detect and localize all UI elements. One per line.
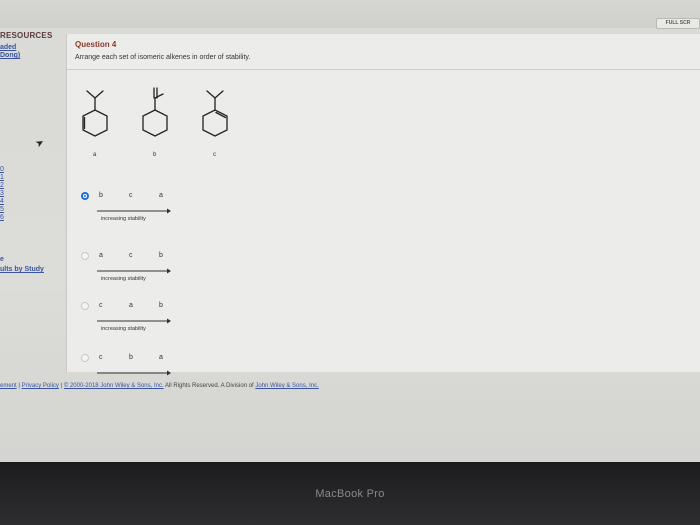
molecule-b-label: b xyxy=(153,152,157,158)
question-panel: Question 4 Arrange each set of isomeric … xyxy=(66,34,700,376)
option-letter: a xyxy=(129,302,133,309)
answer-option[interactable]: c a b increasing stability xyxy=(81,298,181,348)
option-letter: b xyxy=(99,192,103,199)
molecule-a-label: a xyxy=(93,152,97,158)
right-arrow-icon xyxy=(97,370,171,376)
copyright-link[interactable]: © 2000-2018 John Wiley & Sons, Inc. xyxy=(64,383,164,389)
radio-button-selected[interactable] xyxy=(81,192,89,200)
alkene-structures-figure xyxy=(82,87,228,137)
results-by-study-link[interactable]: ults by Study xyxy=(0,266,44,273)
question-number-link[interactable]: 2 xyxy=(0,182,4,190)
footer-separator: | xyxy=(60,383,63,389)
molecule-structures: a b c xyxy=(75,86,245,166)
resources-title: RESOURCES xyxy=(0,31,53,40)
study-marker: e xyxy=(0,256,4,263)
question-prompt: Arrange each set of isomeric alkenes in … xyxy=(75,54,251,61)
option-letter: c xyxy=(99,302,103,309)
question-number-link[interactable]: 4 xyxy=(0,198,4,206)
molecule-a-structure xyxy=(82,90,108,137)
device-brand-label: MacBook Pro xyxy=(315,488,385,500)
option-letter: c xyxy=(129,252,133,259)
molecule-c-structure xyxy=(202,90,228,137)
radio-button[interactable] xyxy=(81,252,89,260)
resource-link[interactable]: aded xyxy=(0,44,16,51)
option-letter: a xyxy=(99,252,103,259)
privacy-policy-link[interactable]: Privacy Policy xyxy=(22,383,59,389)
question-number-link[interactable]: 0 xyxy=(0,166,4,174)
right-arrow-icon xyxy=(97,318,171,324)
option-letter: a xyxy=(159,354,163,361)
page-footer: ement | Privacy Policy | © 2000-2018 Joh… xyxy=(0,383,319,389)
option-letter: c xyxy=(99,354,103,361)
question-number-link[interactable]: 5 xyxy=(0,206,4,214)
option-caption: increasing stability xyxy=(101,276,146,282)
fullscreen-button[interactable]: FULL SCR xyxy=(656,18,700,29)
right-arrow-icon xyxy=(97,208,171,214)
question-number-list: 0 1 2 3 4 5 6 xyxy=(0,166,4,222)
question-number-link[interactable]: 3 xyxy=(0,190,4,198)
resource-link[interactable]: Dong) xyxy=(0,52,20,59)
footer-separator: | xyxy=(18,383,20,389)
top-bar: FULL SCR xyxy=(0,0,700,29)
question-number-link[interactable]: 6 xyxy=(0,214,4,222)
molecule-b-structure xyxy=(142,87,168,137)
option-letter: b xyxy=(159,252,163,259)
answer-option[interactable]: a c b increasing stability xyxy=(81,248,181,298)
question-header: Question 4 Arrange each set of isomeric … xyxy=(67,34,700,70)
option-caption: increasing stability xyxy=(101,326,146,332)
question-title: Question 4 xyxy=(75,40,117,49)
radio-button[interactable] xyxy=(81,302,89,310)
radio-button[interactable] xyxy=(81,354,89,362)
rights-text: All Rights Reserved. A Division of xyxy=(163,383,256,389)
option-letter: b xyxy=(159,302,163,309)
question-number-link[interactable]: 1 xyxy=(0,174,4,182)
laptop-bezel: MacBook Pro xyxy=(0,462,700,525)
company-link[interactable]: John Wiley & Sons, Inc. xyxy=(255,383,318,389)
mouse-cursor-icon: ➤ xyxy=(33,136,47,151)
resources-sidebar: RESOURCES aded Dong) ➤ 0 1 2 3 4 5 6 e u… xyxy=(0,26,64,386)
right-arrow-icon xyxy=(97,268,171,274)
molecule-c-label: c xyxy=(213,152,216,158)
footer-link[interactable]: ement xyxy=(0,383,17,389)
option-letter: c xyxy=(129,192,133,199)
option-letter: b xyxy=(129,354,133,361)
option-caption: increasing stability xyxy=(101,216,146,222)
option-letter: a xyxy=(159,192,163,199)
answer-option[interactable]: b c a increasing stability xyxy=(81,188,181,238)
screen: FULL SCR RESOURCES aded Dong) ➤ 0 1 2 3 … xyxy=(0,0,700,462)
answer-option[interactable]: c b a xyxy=(81,350,181,400)
